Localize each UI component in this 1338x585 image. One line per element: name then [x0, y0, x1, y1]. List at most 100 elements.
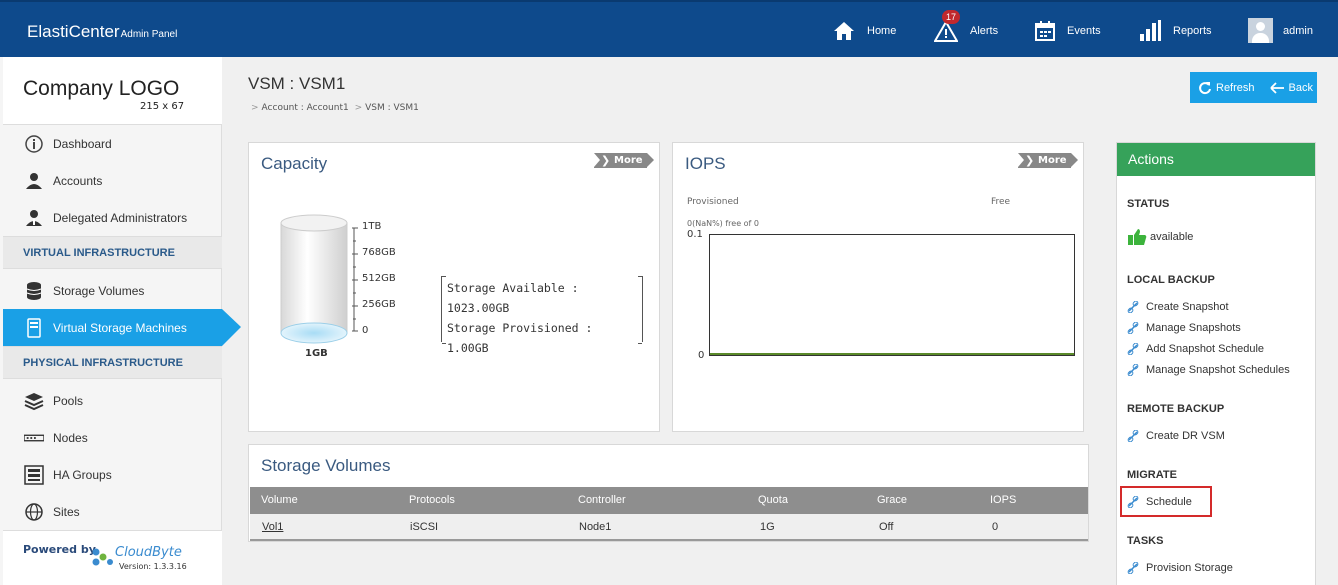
schedule-link[interactable]: Schedule: [1127, 495, 1192, 509]
home-icon: [834, 21, 854, 40]
page-toolbar: Refresh Back: [1190, 72, 1317, 103]
capacity-title: Capacity: [261, 154, 328, 173]
sidebar-item-sites[interactable]: Sites: [3, 493, 222, 530]
storage-provisioned: Storage Provisioned : 1.00GB: [447, 321, 593, 355]
breadcrumb-item[interactable]: Account : Account1: [262, 103, 349, 113]
storage-volumes-title: Storage Volumes: [261, 456, 391, 475]
provision-storage-link[interactable]: Provision Storage: [1127, 561, 1233, 575]
create-snapshot-link[interactable]: Create Snapshot: [1127, 300, 1229, 314]
action-label: Manage Snapshots: [1146, 322, 1241, 334]
powered-by: Powered by CloudByte Version: 1.3.3.16: [3, 530, 222, 585]
logo-size: 215 x 67: [140, 101, 185, 112]
sidebar-item-label: Nodes: [53, 430, 88, 445]
sidebar-item-pools[interactable]: Pools: [3, 382, 222, 419]
capacity-more-button[interactable]: ❯ More: [594, 153, 654, 168]
table-cell: 1G: [760, 521, 775, 533]
sidebar-item-nodes[interactable]: Nodes: [3, 419, 222, 456]
globe-icon: [24, 502, 44, 522]
column-header[interactable]: Quota: [758, 487, 788, 514]
link-icon: [1127, 342, 1139, 356]
storage-summary: Storage Available : 1023.00GB Storage Pr…: [441, 276, 643, 355]
storage-volumes-panel: Storage Volumes Volume Protocols Control…: [248, 444, 1089, 542]
column-header[interactable]: Protocols: [409, 487, 455, 514]
iops-series-line: [710, 353, 1074, 355]
sidebar-item-delegated-administrators[interactable]: Delegated Administrators: [3, 199, 222, 236]
storage-available: Storage Available : 1023.00GB: [447, 281, 579, 315]
nav-events[interactable]: Events: [1035, 2, 1101, 59]
add-snapshot-schedule-link[interactable]: Add Snapshot Schedule: [1127, 342, 1264, 356]
breadcrumb-item[interactable]: VSM : VSM1: [365, 103, 419, 113]
scale-label: 512GB: [362, 273, 396, 284]
manage-snapshot-schedules-link[interactable]: Manage Snapshot Schedules: [1127, 363, 1290, 377]
breadcrumb-separator-icon: >: [251, 103, 259, 113]
nav-alerts-label: Alerts: [970, 24, 999, 37]
provisioned-legend: Provisioned: [687, 197, 739, 207]
sidebar-item-label: Pools: [53, 393, 84, 408]
refresh-button[interactable]: Refresh: [1198, 81, 1255, 95]
action-label: Provision Storage: [1146, 562, 1233, 574]
table-row: Vol1 iSCSI Node1 1G Off 0: [250, 514, 1088, 541]
sidebar-item-accounts[interactable]: Accounts: [3, 162, 222, 199]
section-physical-infrastructure: PHYSICAL INFRASTRUCTURE: [3, 346, 222, 379]
nav-user-menu[interactable]: admin: [1248, 2, 1313, 59]
database-icon: [24, 281, 44, 301]
sidebar-item-label: Delegated Administrators: [53, 210, 188, 225]
link-icon: [1127, 363, 1139, 377]
nav-alerts[interactable]: 17 Alerts: [934, 2, 998, 59]
column-header[interactable]: Volume: [261, 487, 298, 514]
column-header[interactable]: Controller: [578, 487, 626, 514]
column-header[interactable]: IOPS: [990, 487, 1016, 514]
sidebar-item-virtual-storage-machines[interactable]: Virtual Storage Machines: [3, 309, 241, 346]
scale-label: 768GB: [362, 247, 396, 258]
top-bar: ElastiCenterAdmin Panel Home 17 Alerts E…: [0, 0, 1338, 57]
iops-more-button[interactable]: ❯ More: [1018, 153, 1078, 168]
nav-reports-label: Reports: [1173, 24, 1212, 37]
arrow-left-icon: [1269, 81, 1284, 94]
sidebar-item-ha-groups[interactable]: HA Groups: [3, 456, 222, 493]
brand-subtitle: Admin Panel: [120, 29, 178, 40]
chevron-right-icon: ❯: [601, 154, 611, 167]
iops-title: IOPS: [685, 154, 726, 173]
scale-label: 256GB: [362, 299, 396, 310]
info-icon: [24, 134, 44, 154]
sidebar-item-storage-volumes[interactable]: Storage Volumes: [3, 272, 222, 309]
breadcrumb-separator-icon: >: [354, 103, 363, 113]
iops-chart-area: [709, 234, 1075, 356]
iops-panel: IOPS ❯ More Provisioned Free 0(NaN%) free…: [672, 142, 1084, 432]
link-icon: [1127, 429, 1139, 443]
nav-home[interactable]: Home: [833, 2, 896, 59]
thumbs-up-icon: [1128, 229, 1147, 245]
create-dr-vsm-link[interactable]: Create DR VSM: [1127, 429, 1225, 443]
scale-label: 0: [362, 325, 369, 336]
version-label: Version: 1.3.3.16: [119, 562, 187, 571]
capacity-cylinder: [280, 214, 358, 344]
volume-link[interactable]: Vol1: [262, 514, 283, 541]
column-header[interactable]: Grace: [877, 487, 907, 514]
manage-snapshots-link[interactable]: Manage Snapshots: [1127, 321, 1241, 335]
y-axis-min: 0: [698, 350, 705, 361]
section-virtual-infrastructure: VIRTUAL INFRASTRUCTURE: [3, 236, 222, 269]
sidebar-item-label: HA Groups: [53, 467, 112, 482]
company-logo: Company LOGO 215 x 67: [3, 57, 222, 125]
brand: ElastiCenterAdmin Panel: [27, 22, 177, 42]
sidebar-item-label: Accounts: [53, 173, 103, 188]
nav-home-label: Home: [867, 24, 897, 37]
used-capacity-label: 1GB: [305, 348, 328, 359]
sidebar-item-label: Dashboard: [53, 136, 112, 151]
cloudbyte-logo-icon: [92, 548, 113, 566]
sidebar-item-dashboard[interactable]: Dashboard: [3, 125, 222, 162]
refresh-icon: [1199, 81, 1211, 94]
admin-icon: [24, 208, 44, 228]
bar-chart-icon: [1140, 19, 1161, 41]
nav-events-label: Events: [1067, 24, 1101, 37]
capacity-panel: Capacity ❯ More 1TB 768GB 512GB 256GB 0 …: [248, 142, 660, 432]
status-indicator: available: [1127, 228, 1193, 246]
table-header: Volume Protocols Controller Quota Grace …: [250, 487, 1088, 514]
layers-icon: [24, 391, 44, 411]
action-label: Create DR VSM: [1146, 430, 1225, 442]
table-cell: Node1: [579, 521, 612, 533]
nav-reports[interactable]: Reports: [1139, 2, 1212, 59]
more-label: More: [1038, 155, 1067, 166]
back-button[interactable]: Back: [1269, 81, 1313, 94]
powered-by-label: Powered by: [23, 543, 96, 556]
